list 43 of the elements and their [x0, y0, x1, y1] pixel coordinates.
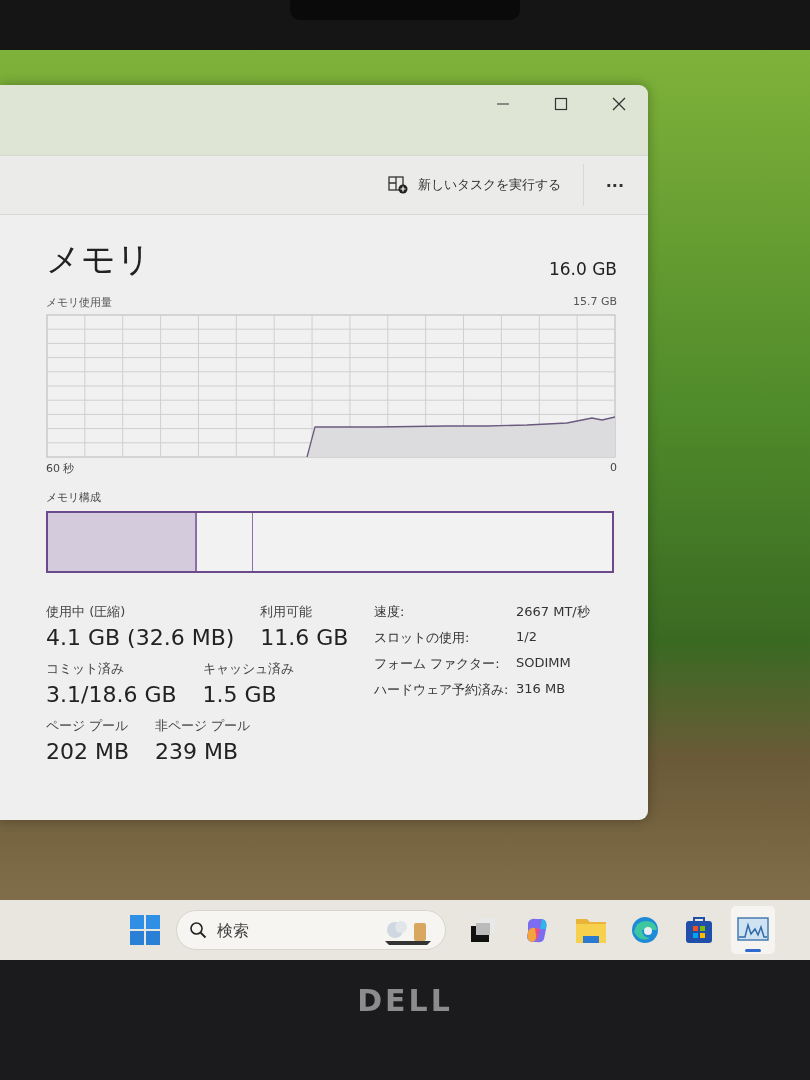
stat-label: 使用中 (圧縮): [46, 603, 127, 621]
detail-value: 2667 MT/秒: [516, 603, 590, 621]
stat-value: 4.1 GB (32.6 MB): [46, 625, 235, 650]
stat-label: 非ページ プール: [155, 717, 251, 735]
browser-icon: [630, 915, 660, 945]
axis-label: 0: [610, 461, 617, 476]
store-icon: [684, 915, 714, 945]
stat-label: 利用可能: [260, 603, 314, 621]
detail-label: 速度:: [374, 603, 406, 621]
total-memory: 16.0 GB: [548, 259, 617, 281]
detail-label: フォーム ファクター:: [374, 655, 501, 673]
stat-label: ページ プール: [46, 717, 130, 735]
more-button[interactable]: ···: [601, 173, 628, 197]
stat-label: キャッシュ済み: [202, 660, 294, 678]
start-button[interactable]: [130, 915, 160, 945]
detail-label: スロットの使用:: [374, 629, 471, 647]
search-input[interactable]: 検索: [215, 919, 369, 941]
activity-chart-icon: [737, 917, 769, 943]
windows-logo-icon: [130, 915, 160, 945]
new-task-icon: [387, 176, 408, 194]
page-title: メモリ: [46, 238, 151, 281]
composition-label: メモリ構成: [46, 490, 102, 505]
chart-label: メモリ使用量: [46, 295, 112, 310]
stat-value: 202 MB: [46, 739, 130, 764]
stat-value: 3.1/18.6 GB: [46, 682, 177, 707]
close-icon[interactable]: [612, 97, 626, 111]
stat-label: コミット済み: [46, 660, 125, 678]
windows-stack-icon: [468, 915, 498, 945]
axis-label: 60 秒: [46, 461, 75, 476]
detail-value: 1/2: [516, 629, 538, 646]
stat-value: 1.5 GB: [202, 682, 278, 707]
stat-value: 239 MB: [155, 739, 240, 764]
detail-label: ハードウェア予約済み:: [374, 681, 510, 699]
search-icon: [189, 921, 207, 939]
detail-value: SODIMM: [516, 655, 572, 672]
stat-value: 11.6 GB: [260, 625, 349, 650]
detail-value: 316 MB: [516, 681, 567, 698]
brand-logo: DELL: [357, 982, 453, 1018]
new-task-button[interactable]: 新しいタスクを実行する: [379, 170, 569, 200]
folder-icon: [575, 916, 607, 944]
search-field[interactable]: 検索: [176, 910, 446, 950]
maximize-icon[interactable]: [554, 97, 568, 111]
chart-max-label: 15.7 GB: [572, 295, 617, 310]
